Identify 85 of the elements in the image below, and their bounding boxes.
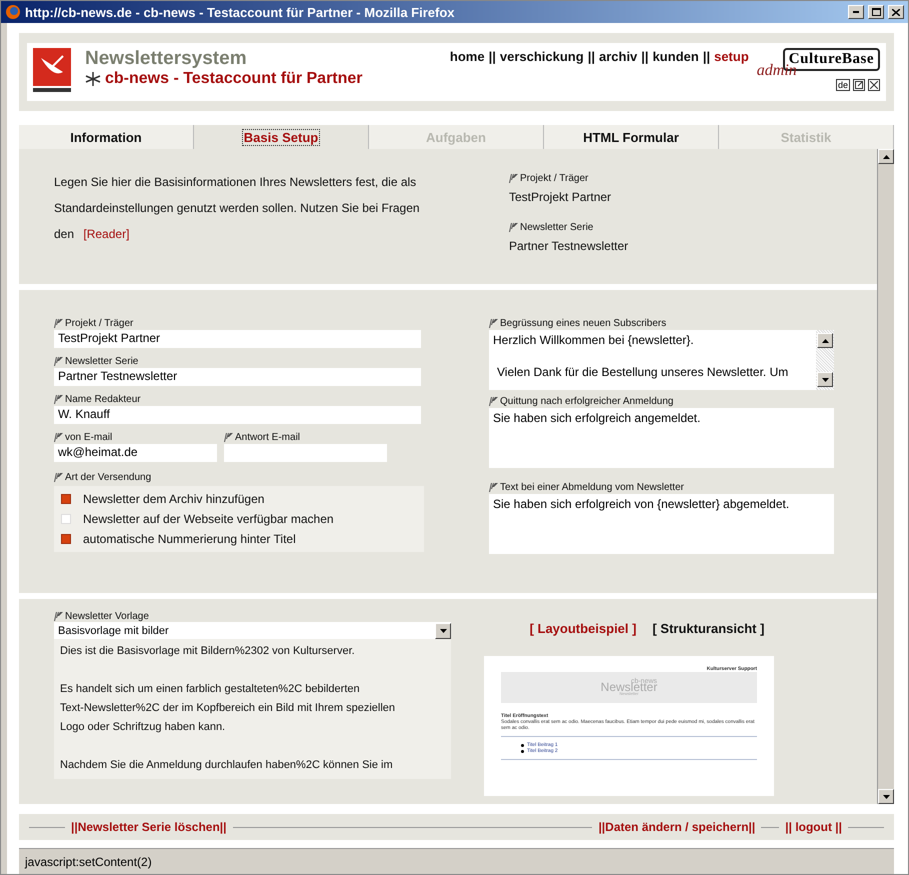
field-label: Begrüssung eines neuen Subscribers [500,318,666,329]
close-button[interactable] [888,5,904,19]
up-arrow-icon [822,338,828,342]
popout-icon[interactable] [853,79,865,91]
field-label: Newsletter Serie [65,356,138,367]
status-bar: javascript:setContent(2) [19,848,894,874]
minimize-icon [853,11,859,13]
text-area[interactable]: Herzlich Willkommen bei {newsletter}. Vielen Dank für die Bestellung unseres Newsletter. Um [489,330,834,390]
satellite-dish-logo [33,48,71,94]
bullet-icon [521,744,524,746]
email-field[interactable] [224,444,387,462]
delete-series-link[interactable]: ||Newsletter Serie löschen|| [71,820,226,834]
reader-link[interactable]: [Reader] [83,227,130,241]
quill-icon [54,473,63,482]
field-label: Quittung nach erfolgreicher Anmeldung [500,396,674,407]
logo-subtitle: admin [756,62,797,80]
quill-icon [489,319,498,328]
app-title: Newslettersystem [85,48,248,70]
field-label: Newsletter Vorlage [65,611,149,622]
tab[interactable]: Information [19,125,194,149]
quill-icon [224,433,233,442]
summary-label: Projekt / Träger [520,173,588,184]
text-field[interactable]: TestProjekt Partner [54,330,421,348]
nav-separator: || [588,49,595,64]
maximize-icon [872,8,880,16]
down-arrow-icon [440,628,446,632]
language-button[interactable]: de [836,79,850,91]
view-link[interactable]: [ Layoutbeispiel ] [530,621,636,636]
checkbox-label: automatische Nummerierung hinter Titel [83,532,296,546]
text-field[interactable]: W. Knauff [54,406,421,424]
field-label: Projekt / Träger [65,318,134,329]
field-label: Art der Versendung [65,472,152,483]
nav-link[interactable]: home [450,49,485,64]
save-link[interactable]: ||Daten ändern / speichern|| [598,820,756,834]
field-label: Name Redakteur [65,394,141,405]
quill-icon [54,319,63,328]
vertical-scrollbar[interactable] [877,149,894,804]
down-arrow-icon [822,378,828,382]
quill-icon [509,174,518,183]
nav-link[interactable]: setup [714,49,749,64]
field-label: von E-mail [65,432,112,443]
view-link[interactable]: [ Strukturansicht ] [652,621,764,636]
text-area[interactable]: Sie haben sich erfolgreich angemeldet. [489,408,834,468]
quill-icon [54,357,63,366]
intro-paragraph: Legen Sie hier die Basisinformationen Ihres Newsletters fest, die als Standardeinstellungen genutzt werden sollen. Nutzen Sie bei Fragen den [Reader] [54,174,421,243]
asterisk-icon [85,71,101,87]
template-description: Dies ist die Basisvorlage mit Bildern%2302 von Kulturserver. Es handelt sich um einen farblich gestalteten%2C bebilderten Text-Newsletter%2C der im Kopfbereich ein Bild mit Ihrem speziellen Logo oder Schriftzug haben kann. Nachdem Sie die Anmeldung durchlaufen haben%2C können Sie im [54,639,451,779]
nav-link[interactable]: archiv [598,49,638,64]
template-dropdown[interactable]: Basisvorlage mit bilder [54,622,451,639]
text-area[interactable]: Sie haben sich erfolgreich von {newsletter} abgemeldet. [489,494,834,554]
nav-separator: || [641,49,649,64]
quill-icon [509,223,518,232]
summary-label: Newsletter Serie [520,222,594,233]
quill-icon [489,483,498,492]
account-subtitle: cb-news - Testaccount für Partner [105,70,363,88]
window-title: http://cb-news.de - cb-news - Testaccount für Partner - Mozilla Firefox [25,4,456,20]
maximize-button[interactable] [868,5,884,19]
textarea-scrollbar[interactable] [816,330,834,390]
firefox-icon [5,4,21,20]
summary-value: TestProjekt Partner [509,190,612,204]
nav-separator: || [702,49,710,64]
checkbox-label: Newsletter dem Archiv hinzufügen [83,492,264,506]
checkbox[interactable] [61,534,71,544]
summary-value: Partner Testnewsletter [509,239,630,253]
field-label: Text bei einer Abmeldung vom Newsletter [500,482,684,493]
close-icon [892,8,900,16]
close-icon[interactable] [868,79,880,91]
field-label: Antwort E-mail [235,432,300,443]
nav-link[interactable]: verschickung [500,49,584,64]
text-field[interactable]: Partner Testnewsletter [54,368,421,386]
checkbox[interactable] [61,494,71,504]
quill-icon [54,395,63,404]
bullet-icon [521,750,524,752]
down-arrow-icon [882,794,890,798]
email-field[interactable]: wk@heimat.de [54,444,217,462]
up-arrow-icon [882,154,890,158]
quill-icon [54,612,63,621]
quill-icon [54,433,63,442]
tab[interactable]: HTML Formular [544,125,719,149]
minimize-button[interactable] [848,5,864,19]
nav-separator: || [488,49,496,64]
checkbox-label: Newsletter auf der Webseite verfügbar machen [83,512,334,526]
nav-link[interactable]: kunden [652,49,699,64]
quill-icon [489,397,498,406]
logout-link[interactable]: || logout || [785,820,842,834]
